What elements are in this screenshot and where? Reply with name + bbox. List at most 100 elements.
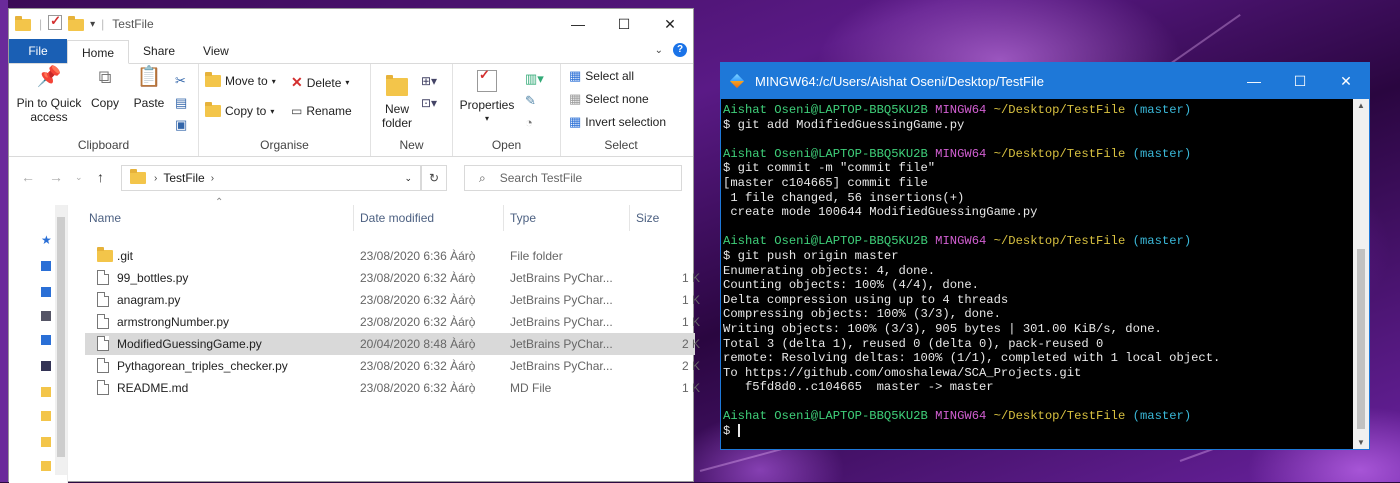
breadcrumb-separator-icon: › — [154, 172, 158, 184]
table-row[interactable]: Pythagorean_triples_checker.py 23/08/2020… — [85, 355, 700, 377]
documents-nav-icon[interactable] — [41, 311, 51, 321]
address-bar[interactable]: › TestFile › ⌄ — [121, 165, 421, 191]
tab-share[interactable]: Share — [129, 39, 189, 63]
terminal-scrollbar[interactable]: ▲ ▼ — [1353, 99, 1369, 449]
quick-access-star-icon[interactable]: ★ — [41, 233, 52, 247]
videos-nav-icon[interactable] — [41, 361, 51, 371]
column-header-date[interactable]: Date modified — [360, 211, 434, 225]
prompt-env: MINGW64 — [935, 234, 987, 249]
close-button[interactable]: ✕ — [647, 9, 693, 39]
column-header-size[interactable]: Size — [636, 211, 659, 225]
table-row[interactable]: armstrongNumber.py 23/08/2020 6:32 Àárọ̀ J… — [85, 311, 700, 333]
rename-button[interactable]: ▭ Rename — [291, 104, 352, 118]
cut-icon[interactable]: ✂ — [175, 70, 187, 92]
up-arrow-icon[interactable]: ↑ — [97, 169, 104, 185]
table-row[interactable]: ModifiedGuessingGame.py 20/04/2020 8:48 À… — [85, 333, 700, 355]
prompt-env: MINGW64 — [935, 409, 987, 424]
search-box[interactable]: ⌕ Search TestFile — [464, 165, 682, 191]
forward-arrow-icon[interactable]: → — [49, 169, 63, 185]
scroll-up-icon[interactable]: ▲ — [1357, 101, 1365, 110]
new-folder-quick-icon[interactable] — [68, 15, 85, 31]
clipboard-group-label: Clipboard — [77, 138, 130, 152]
breadcrumb[interactable]: TestFile — [163, 171, 204, 185]
paste-shortcut-icon[interactable]: ▣ — [175, 114, 187, 136]
terminal-title-bar[interactable]: MINGW64:/c/Users/Aishat Oseni/Desktop/Te… — [721, 63, 1369, 99]
file-date: 23/08/2020 6:32 Àárọ̀ — [360, 271, 476, 285]
minimize-button[interactable]: — — [555, 9, 601, 39]
file-size: 1 K — [682, 293, 701, 307]
folder-nav-icon[interactable] — [41, 387, 51, 397]
open-icon[interactable]: ▥▾ — [525, 68, 544, 90]
select-none-label: Select none — [585, 92, 649, 106]
new-folder-button[interactable]: New folder — [377, 72, 417, 130]
invert-selection-button[interactable]: ▦ Invert selection — [569, 114, 666, 130]
copy-button[interactable]: ⧉ Copy — [87, 68, 123, 110]
copy-to-label: Copy to — [225, 104, 267, 118]
table-row[interactable]: README.md 23/08/2020 6:32 Àárọ̀ MD File 1 K — [85, 377, 700, 399]
customize-quick-access-icon[interactable]: ▾ — [90, 19, 95, 30]
edit-icon[interactable]: ✎ — [525, 90, 544, 112]
maximize-button[interactable]: ☐ — [601, 9, 647, 39]
maximize-button[interactable]: ☐ — [1277, 63, 1323, 99]
table-row[interactable]: .git 23/08/2020 6:36 Àárọ̀ File folder — [85, 245, 695, 267]
breadcrumb-chevron-icon[interactable]: › — [211, 173, 214, 184]
address-dropdown-icon[interactable]: ⌄ — [404, 173, 412, 184]
terminal-output-line: Total 3 (delta 1), reused 0 (delta 0), p… — [723, 337, 1355, 352]
pictures-nav-icon[interactable] — [41, 335, 51, 345]
select-group-label: Select — [604, 138, 638, 152]
desktop-nav-icon[interactable] — [41, 261, 51, 271]
move-to-button[interactable]: Move to ▾ — [205, 72, 276, 88]
delete-button[interactable]: ✕ Delete ▾ — [291, 74, 349, 91]
terminal-text: $ git add ModifiedGuessingGame.py — [723, 117, 965, 132]
desktop-icon-strip — [0, 0, 8, 482]
folder-nav-icon[interactable] — [41, 461, 51, 471]
column-header-type[interactable]: Type — [510, 211, 536, 225]
table-row[interactable]: anagram.py 23/08/2020 6:32 Àárọ̀ JetBrains… — [85, 289, 700, 311]
history-icon[interactable]: ◔ — [525, 112, 544, 134]
minimize-button[interactable]: — — [1231, 63, 1277, 99]
copy-to-button[interactable]: Copy to ▾ — [205, 102, 274, 118]
file-date: 23/08/2020 6:36 Àárọ̀ — [360, 249, 476, 263]
terminal-prompt-line: Aishat Oseni@LAPTOP-BBQ5KU2B MINGW64 ~/D… — [723, 234, 1355, 249]
prompt-env: MINGW64 — [935, 146, 987, 161]
new-item-icon[interactable]: ⊞▾ — [421, 70, 437, 92]
downloads-nav-icon[interactable] — [41, 287, 51, 297]
pin-to-quick-access-button[interactable]: 📌 Pin to Quick access — [13, 67, 85, 124]
folder-nav-icon[interactable] — [41, 437, 51, 447]
easy-access-icon[interactable]: ⊡▾ — [421, 92, 437, 114]
explorer-title-bar[interactable]: | ▾ | TestFile — ☐ ✕ — [9, 9, 693, 39]
terminal-output[interactable]: Aishat Oseni@LAPTOP-BBQ5KU2B MINGW64 ~/D… — [721, 99, 1355, 449]
paste-button[interactable]: 📋 Paste — [129, 67, 169, 110]
expand-ribbon-icon[interactable]: ⌄ — [655, 45, 663, 56]
column-header-name[interactable]: Name — [89, 211, 121, 225]
refresh-button[interactable]: ↻ — [421, 165, 447, 191]
select-all-button[interactable]: ▦ Select all — [569, 68, 634, 84]
close-button[interactable]: ✕ — [1323, 63, 1369, 99]
terminal-output-line: remote: Resolving deltas: 100% (1/1), co… — [723, 351, 1355, 366]
terminal-cursor[interactable] — [737, 424, 740, 438]
table-row[interactable]: 99_bottles.py 23/08/2020 6:32 Àárọ̀ JetBra… — [85, 267, 700, 289]
tab-view[interactable]: View — [189, 39, 243, 63]
properties-button[interactable]: Properties ▾ — [457, 68, 517, 126]
recent-locations-icon[interactable]: ⌄ — [75, 172, 83, 183]
scroll-down-icon[interactable]: ▼ — [1357, 438, 1365, 447]
select-none-button[interactable]: ▦ Select none — [569, 91, 649, 107]
help-icon[interactable]: ? — [673, 43, 687, 57]
folder-icon — [15, 15, 31, 31]
terminal-text: Compressing objects: 100% (3/3), done. — [723, 307, 1001, 322]
tab-home[interactable]: Home — [67, 40, 130, 64]
back-arrow-icon[interactable]: ← — [21, 169, 35, 185]
new-group: New folder ⊞▾ ⊡▾ New — [371, 64, 453, 156]
file-type: MD File — [510, 381, 552, 395]
file-icon — [97, 314, 109, 329]
tab-file[interactable]: File — [9, 39, 67, 63]
copy-path-icon[interactable]: ▤ — [175, 92, 187, 114]
file-name: .git — [117, 249, 134, 263]
navigation-scrollbar[interactable] — [55, 205, 67, 475]
properties-quick-icon[interactable] — [48, 13, 63, 30]
select-none-icon: ▦ — [569, 91, 582, 106]
terminal-output-line: $ git push origin master — [723, 249, 1355, 264]
folder-nav-icon[interactable] — [41, 411, 51, 421]
